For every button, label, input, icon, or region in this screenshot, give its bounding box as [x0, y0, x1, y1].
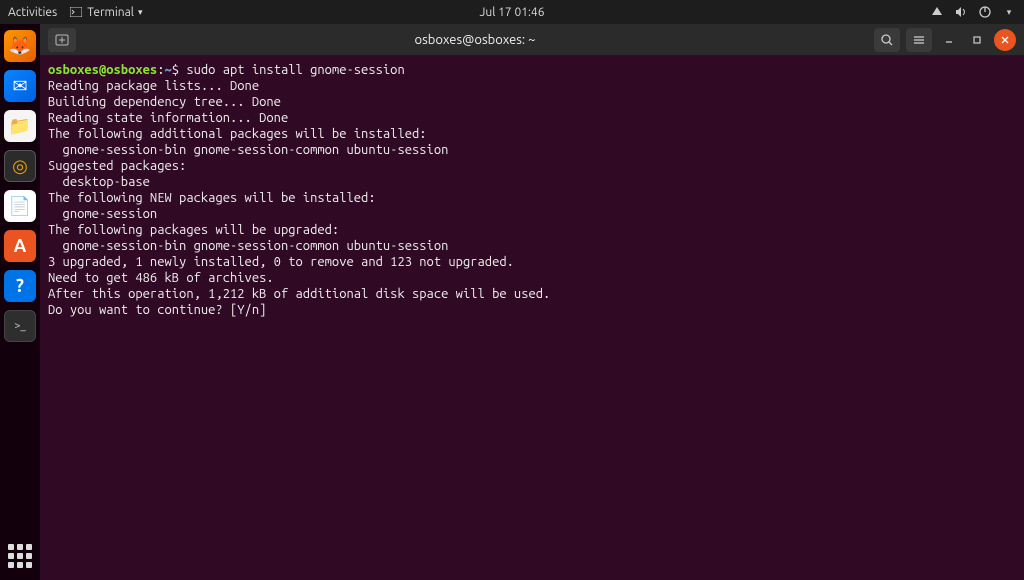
clock[interactable]: Jul 17 01:46 [480, 6, 545, 19]
activities-button[interactable]: Activities [8, 6, 57, 19]
active-app-label: Terminal [87, 6, 134, 19]
network-icon[interactable] [930, 5, 944, 19]
files-icon: 📁 [9, 116, 31, 137]
chevron-down-icon[interactable]: ▾ [1002, 5, 1016, 19]
dock-item-files[interactable]: 📁 [4, 110, 36, 142]
terminal-header: osboxes@osboxes: ~ [40, 24, 1024, 56]
dock-item-help[interactable]: ? [4, 270, 36, 302]
terminal-title: osboxes@osboxes: ~ [84, 33, 866, 47]
dock-item-rhythmbox[interactable]: ◎ [4, 150, 36, 182]
gnome-topbar: Activities Terminal ▾ Jul 17 01:46 ▾ [0, 0, 1024, 24]
software-icon: A [14, 236, 27, 256]
dock: 🦊 ✉ 📁 ◎ 📄 A ? >_ [0, 24, 40, 580]
dock-item-thunderbird[interactable]: ✉ [4, 70, 36, 102]
libreoffice-icon: 📄 [9, 196, 31, 217]
dock-item-libreoffice[interactable]: 📄 [4, 190, 36, 222]
dock-item-terminal[interactable]: >_ [4, 310, 36, 342]
firefox-icon: 🦊 [9, 36, 31, 57]
search-button[interactable] [874, 28, 900, 52]
volume-icon[interactable] [954, 5, 968, 19]
power-icon[interactable] [978, 5, 992, 19]
dock-item-software[interactable]: A [4, 230, 36, 262]
minimize-button[interactable] [938, 29, 960, 51]
terminal-body[interactable]: osboxes@osboxes:~$ sudo apt install gnom… [40, 56, 1024, 580]
active-app-menu[interactable]: Terminal ▾ [69, 5, 142, 19]
new-tab-button[interactable] [48, 28, 76, 52]
thunderbird-icon: ✉ [12, 76, 27, 97]
chevron-down-icon: ▾ [138, 7, 143, 18]
hamburger-menu-button[interactable] [906, 28, 932, 52]
show-apps-button[interactable] [6, 542, 34, 570]
terminal-window: osboxes@osboxes: ~ osboxes@osboxes:~$ su… [40, 24, 1024, 580]
close-button[interactable] [994, 29, 1016, 51]
terminal-icon: >_ [14, 320, 26, 332]
help-icon: ? [16, 276, 24, 296]
dock-item-firefox[interactable]: 🦊 [4, 30, 36, 62]
rhythmbox-icon: ◎ [12, 156, 28, 177]
maximize-button[interactable] [966, 29, 988, 51]
terminal-app-icon [69, 5, 83, 19]
